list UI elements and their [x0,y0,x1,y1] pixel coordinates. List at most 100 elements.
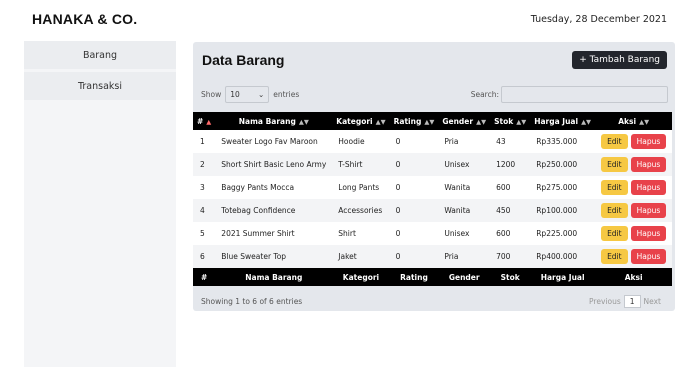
item-rating: 0 [395,252,401,261]
edit-button[interactable]: Edit [601,134,628,149]
column-header[interactable]: Aksi ▲▼ [595,112,672,130]
current-page-button[interactable]: 1 [623,294,641,308]
item-name: Baggy Pants Mocca [221,183,295,192]
item-stock: 600 [496,183,511,192]
item-name: Short Shirt Basic Leno Army [221,160,327,169]
row-number: 2 [200,160,205,169]
page-title: Data Barang [202,52,285,68]
search-input[interactable] [501,86,668,103]
entries-label: entries [273,90,300,99]
item-rating: 0 [395,229,401,238]
footer-cell: Rating [400,272,428,282]
column-header[interactable]: Kategori ▲▼ [332,112,389,130]
table-row: 1 Sweater Logo Fav Maroon Hoodie 0 Pria … [193,130,673,153]
row-actions: Edit Hapus [595,199,672,222]
item-name: 2021 Summer Shirt [221,229,295,238]
table-footer: Showing 1 to 6 of 6 entries Previous 1 N… [193,291,669,311]
column-header[interactable]: Gender ▲▼ [438,112,490,130]
item-gender: Unisex [444,229,470,238]
delete-button[interactable]: Hapus [630,226,667,241]
row-actions: Edit Hapus [595,245,672,268]
table-footer-row: # Nama Barang Kategori Rating Gender Sto… [193,268,673,286]
table-row: 6 Blue Sweater Top Jaket 0 Pria 700 Rp40… [193,245,673,268]
row-number: 4 [200,206,205,215]
delete-button[interactable]: Hapus [630,157,667,172]
main-panel: Data Barang + Tambah Barang Show 10 ⌄ en… [193,42,675,311]
footer-cell: Harga Jual [540,272,585,282]
table-row: 5 2021 Summer Shirt Shirt 0 Unisex 600 R… [193,222,673,245]
delete-button[interactable]: Hapus [630,249,667,264]
show-label: Show [201,90,222,99]
item-price: Rp250.000 [536,160,578,169]
current-date: Tuesday, 28 December 2021 [530,13,667,25]
edit-button[interactable]: Edit [601,249,628,264]
table-row: 2 Short Shirt Basic Leno Army T-Shirt 0 … [193,153,673,176]
item-price: Rp335.000 [536,137,578,146]
item-price: Rp225.000 [536,229,578,238]
edit-button[interactable]: Edit [601,203,628,218]
length-control: Show 10 ⌄ entries [201,86,299,103]
item-gender: Wanita [444,183,471,192]
item-price: Rp400.000 [536,252,578,261]
column-header[interactable]: Stok ▲▼ [490,112,530,130]
item-rating: 0 [395,137,401,146]
column-header[interactable]: # ▲ [193,112,215,130]
row-number: 5 [200,229,205,238]
item-name: Sweater Logo Fav Maroon [221,137,318,146]
item-price: Rp100.000 [536,206,578,215]
item-category: T-Shirt [338,160,363,169]
item-stock: 1200 [496,160,516,169]
item-rating: 0 [395,183,401,192]
item-category: Accessories [338,206,383,215]
table-controls: Show 10 ⌄ entries Search: [193,78,675,108]
panel-header: Data Barang + Tambah Barang [193,42,675,78]
row-actions: Edit Hapus [595,153,672,176]
delete-button[interactable]: Hapus [630,134,667,149]
column-header[interactable]: Rating ▲▼ [390,112,439,130]
item-category: Hoodie [338,137,365,146]
item-category: Jaket [338,252,357,261]
edit-button[interactable]: Edit [601,180,628,195]
entries-select-value: 10 [230,90,240,99]
entries-select[interactable]: 10 ⌄ [225,86,270,103]
top-bar: HANAKA & CO. Tuesday, 28 December 2021 [0,0,675,38]
add-barang-button[interactable]: + Tambah Barang [572,51,667,69]
item-gender: Unisex [444,160,470,169]
item-price: Rp275.000 [536,183,578,192]
row-number: 3 [200,183,205,192]
delete-button[interactable]: Hapus [630,180,667,195]
table-header-row: # ▲ Nama Barang ▲▼ Kategori ▲▼ Rating ▲▼ Gen… [193,112,673,130]
item-stock: 600 [496,229,511,238]
item-gender: Pria [444,252,459,261]
search-control: Search: [471,86,668,103]
search-label: Search: [470,90,499,99]
edit-button[interactable]: Edit [601,226,628,241]
item-stock: 700 [496,252,511,261]
delete-button[interactable]: Hapus [630,203,667,218]
table-row: 4 Totebag Confidence Accessories 0 Wanit… [193,199,673,222]
chevron-down-icon: ⌄ [257,90,265,99]
row-actions: Edit Hapus [595,222,672,245]
edit-button[interactable]: Edit [601,157,628,172]
item-name: Blue Sweater Top [221,252,287,261]
table-row: 3 Baggy Pants Mocca Long Pants 0 Wanita … [193,176,673,199]
next-page-button[interactable]: Next [644,297,661,306]
footer-cell: Stok [500,272,520,282]
item-rating: 0 [395,160,401,169]
pagination: Previous 1 Next [589,294,661,308]
row-actions: Edit Hapus [595,130,672,153]
item-category: Shirt [338,229,356,238]
item-gender: Pria [444,137,459,146]
item-stock: 450 [496,206,511,215]
item-gender: Wanita [444,206,471,215]
item-stock: 43 [496,137,506,146]
row-number: 6 [200,252,205,261]
sidebar-item-transaksi[interactable]: Transaksi [24,72,176,100]
column-header[interactable]: Harga Jual ▲▼ [530,112,595,130]
item-name: Totebag Confidence [221,206,296,215]
sidebar-item-barang[interactable]: Barang [24,41,176,69]
footer-cell: Aksi [624,272,643,282]
column-header[interactable]: Nama Barang ▲▼ [215,112,332,130]
previous-page-button[interactable]: Previous [589,297,621,306]
data-table: # ▲ Nama Barang ▲▼ Kategori ▲▼ Rating ▲▼ Gen… [193,112,673,286]
